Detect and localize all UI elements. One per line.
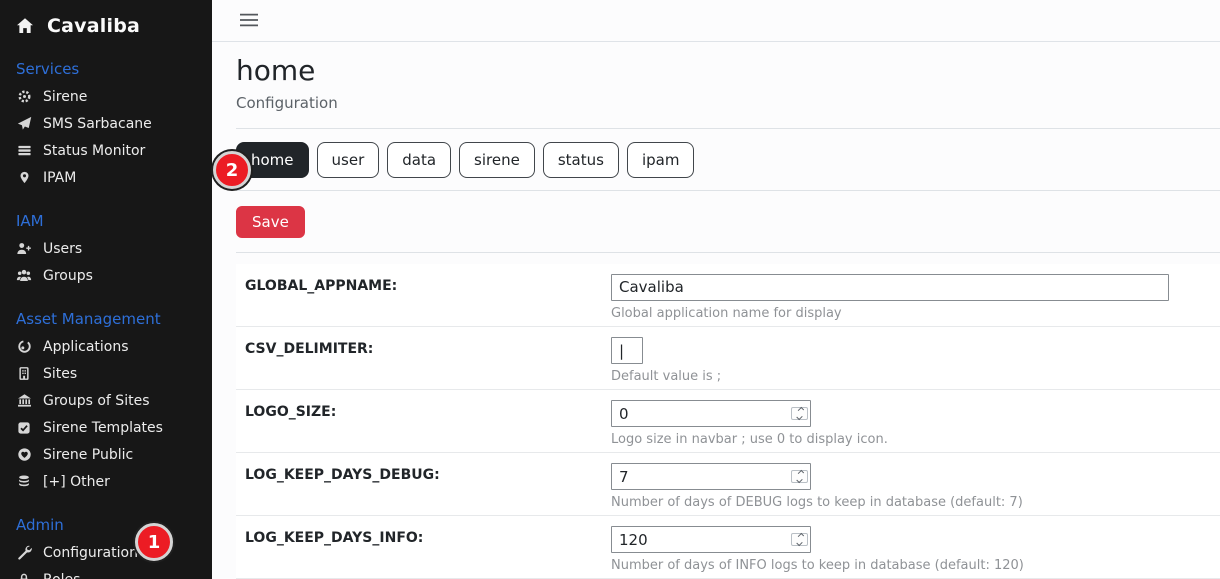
- sidebar-item-label: [+] Other: [43, 474, 110, 490]
- sidebar-item-users[interactable]: Users: [0, 235, 212, 262]
- annotation-badge-2: 2: [213, 151, 251, 189]
- table-row: LOGO_SIZE: Logo size in navbar ; use 0 t…: [236, 390, 1220, 453]
- annotation-badge-1: 1: [135, 523, 173, 561]
- sidebar-item-sirene-public[interactable]: Sirene Public: [0, 441, 212, 468]
- field-label-global-appname: GLOBAL_APPNAME:: [236, 264, 611, 327]
- sidebar-item-sms-sarbacane[interactable]: SMS Sarbacane: [0, 110, 212, 137]
- table-row: CSV_DELIMITER: Default value is ;: [236, 327, 1220, 390]
- home-icon: [16, 17, 34, 35]
- topbar: [212, 0, 1220, 42]
- page-title: home: [236, 52, 1220, 90]
- sidebar-item-label: Sites: [43, 366, 77, 382]
- divider: [236, 190, 1220, 191]
- field-label-log-keep-days-debug: LOG_KEEP_DAYS_DEBUG:: [236, 453, 611, 516]
- chevron-down-icon: [796, 413, 802, 419]
- sidebar-item-label: Users: [43, 241, 82, 257]
- sidebar-item-label: IPAM: [43, 170, 76, 186]
- sidebar-item-label: Sirene: [43, 89, 87, 105]
- sidebar-item-sites[interactable]: Sites: [0, 360, 212, 387]
- sidebar-item-label: Configuration: [43, 545, 138, 561]
- wrench-icon: [16, 545, 32, 561]
- sidebar-item-status-monitor[interactable]: Status Monitor: [0, 137, 212, 164]
- table-row: GLOBAL_APPNAME: Global application name …: [236, 264, 1220, 327]
- bank-icon: [16, 393, 32, 409]
- log-keep-days-info-input[interactable]: [611, 526, 811, 553]
- sidebar-item-label: Roles: [43, 572, 80, 579]
- sidebar-item-label: Status Monitor: [43, 143, 145, 159]
- heart-circle-icon: [16, 447, 32, 463]
- lock-icon: [16, 572, 32, 579]
- sidebar-section-iam: IAM: [16, 212, 196, 230]
- config-table: GLOBAL_APPNAME: Global application name …: [236, 264, 1220, 579]
- sidebar-item-sirene[interactable]: Sirene: [0, 83, 212, 110]
- sidebar: Cavaliba Services Sirene SMS Sarbacane S…: [0, 0, 212, 579]
- chevron-up-icon: [798, 532, 804, 538]
- sidebar-item-label: SMS Sarbacane: [43, 116, 152, 132]
- field-label-logo-size: LOGO_SIZE:: [236, 390, 611, 453]
- paper-plane-icon: [16, 116, 32, 132]
- field-help: Global application name for display: [611, 306, 1220, 322]
- sidebar-item-sirene-templates[interactable]: Sirene Templates: [0, 414, 212, 441]
- sidebar-item-groups-of-sites[interactable]: Groups of Sites: [0, 387, 212, 414]
- menu-icon[interactable]: [239, 12, 259, 28]
- field-help: Default value is ;: [611, 369, 1220, 385]
- divider: [236, 252, 1220, 253]
- gear-icon: [16, 89, 32, 105]
- brand-label: Cavaliba: [47, 15, 140, 37]
- tab-ipam[interactable]: ipam: [627, 142, 695, 178]
- sidebar-item-label: Groups of Sites: [43, 393, 149, 409]
- app-root: Cavaliba Services Sirene SMS Sarbacane S…: [0, 0, 1220, 579]
- main-area: home Configuration home user data sirene…: [212, 0, 1220, 579]
- chevron-up-icon: [798, 406, 804, 412]
- tab-bar: home user data sirene status ipam: [236, 142, 1220, 178]
- chevron-down-icon: [796, 539, 802, 545]
- sidebar-item-label: Sirene Templates: [43, 420, 163, 436]
- field-label-csv-delimiter: CSV_DELIMITER:: [236, 327, 611, 390]
- sidebar-item-label: Groups: [43, 268, 93, 284]
- save-button[interactable]: Save: [236, 206, 305, 238]
- tab-sirene[interactable]: sirene: [459, 142, 535, 178]
- number-stepper[interactable]: [791, 407, 808, 420]
- sidebar-item-label: Applications: [43, 339, 129, 355]
- sidebar-item-groups[interactable]: Groups: [0, 262, 212, 289]
- sidebar-section-services: Services: [16, 60, 196, 78]
- number-stepper[interactable]: [791, 470, 808, 483]
- list-bars-icon: [16, 143, 32, 159]
- tab-status[interactable]: status: [543, 142, 619, 178]
- field-help: Logo size in navbar ; use 0 to display i…: [611, 432, 1220, 448]
- page-content: home Configuration home user data sirene…: [212, 42, 1220, 579]
- sidebar-item-roles[interactable]: Roles: [0, 566, 212, 579]
- table-row: LOG_KEEP_DAYS_INFO: Number of days of IN…: [236, 516, 1220, 579]
- field-help: Number of days of DEBUG logs to keep in …: [611, 495, 1220, 511]
- field-label-log-keep-days-info: LOG_KEEP_DAYS_INFO:: [236, 516, 611, 579]
- global-appname-input[interactable]: [611, 274, 1169, 301]
- tab-user[interactable]: user: [317, 142, 380, 178]
- check-square-icon: [16, 420, 32, 436]
- application-icon: [16, 339, 32, 355]
- sidebar-item-other[interactable]: [+] Other: [0, 468, 212, 495]
- chevron-down-icon: [796, 476, 802, 482]
- page-subtitle: Configuration: [236, 94, 1220, 112]
- brand-link[interactable]: Cavaliba: [0, 0, 212, 39]
- user-plus-icon: [16, 241, 32, 257]
- building-icon: [16, 366, 32, 382]
- sidebar-item-label: Sirene Public: [43, 447, 133, 463]
- tab-data[interactable]: data: [387, 142, 451, 178]
- divider: [236, 128, 1220, 129]
- logo-size-input[interactable]: [611, 400, 811, 427]
- table-row: LOG_KEEP_DAYS_DEBUG: Number of days of D…: [236, 453, 1220, 516]
- log-keep-days-debug-input[interactable]: [611, 463, 811, 490]
- map-pin-icon: [16, 170, 32, 186]
- database-icon: [16, 474, 32, 490]
- number-stepper[interactable]: [791, 533, 808, 546]
- csv-delimiter-input[interactable]: [611, 337, 643, 364]
- users-icon: [16, 268, 32, 284]
- field-help: Number of days of INFO logs to keep in d…: [611, 558, 1220, 574]
- chevron-up-icon: [798, 469, 804, 475]
- sidebar-item-applications[interactable]: Applications: [0, 333, 212, 360]
- sidebar-item-configuration[interactable]: Configuration: [0, 539, 212, 566]
- sidebar-item-ipam[interactable]: IPAM: [0, 164, 212, 191]
- sidebar-section-asset-management: Asset Management: [16, 310, 196, 328]
